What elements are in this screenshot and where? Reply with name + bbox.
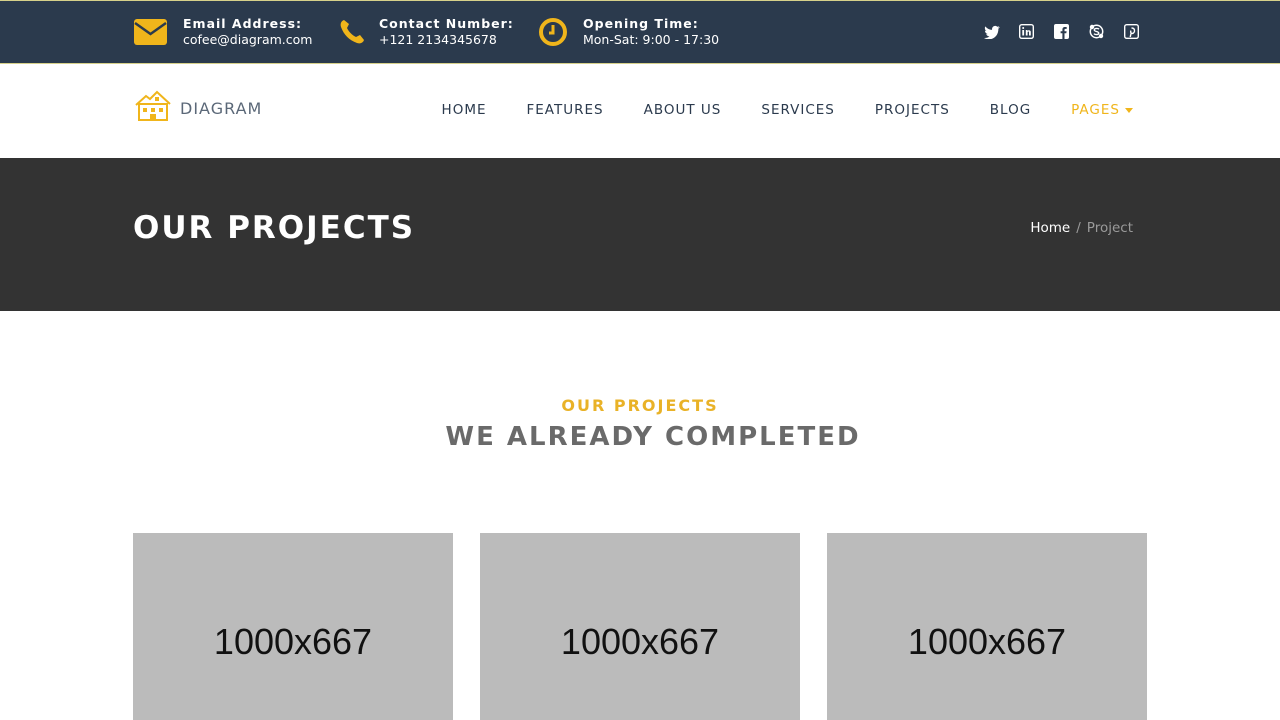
phone-value[interactable]: +121 2134345678 [379,32,514,48]
social-links [983,23,1140,40]
page-header: OUR PROJECTS Home / Project [0,158,1280,311]
nav-item-about-us[interactable]: ABOUT US [644,102,722,118]
project-card[interactable]: 1000x667 [480,533,800,720]
phone-label: Contact Number: [379,16,514,31]
clock-icon [536,15,570,49]
breadcrumb-separator: / [1076,220,1081,236]
nav-menu: HOME FEATURES ABOUT US SERVICES PROJECTS… [402,102,1133,118]
hours-value: Mon-Sat: 9:00 - 17:30 [583,32,720,47]
email-info: Email Address: cofee@diagram.com [133,1,312,63]
nav-item-blog[interactable]: BLOG [990,102,1031,118]
phone-icon [335,15,369,49]
house-logo-icon [134,90,172,126]
facebook-icon[interactable] [1053,23,1070,40]
nav-item-pages-label: PAGES [1071,102,1120,118]
project-grid: 1000x667 1000x667 1000x667 [133,533,1147,720]
envelope-icon [133,15,167,49]
skype-icon[interactable] [1088,23,1105,40]
project-card[interactable]: 1000x667 [133,533,453,720]
phone-info: Contact Number: +121 2134345678 [335,1,514,63]
nav-item-services[interactable]: SERVICES [761,102,834,118]
hours-label: Opening Time: [583,16,699,31]
email-label: Email Address: [183,16,303,31]
project-image-placeholder: 1000x667 [213,621,373,662]
hours-info: Opening Time: Mon-Sat: 9:00 - 17:30 [536,1,719,63]
breadcrumb-current: Project [1086,220,1133,236]
caret-down-icon [1125,107,1133,113]
pinterest-icon[interactable] [1123,23,1140,40]
top-info-bar: Email Address: cofee@diagram.com Contact… [0,0,1280,64]
main-navbar: DIAGRAM HOME FEATURES ABOUT US SERVICES … [0,64,1280,158]
section-title: WE ALREADY COMPLETED [445,422,861,452]
nav-item-features[interactable]: FEATURES [527,102,604,118]
page-title: OUR PROJECTS [133,210,416,246]
email-value[interactable]: cofee@diagram.com [183,32,312,48]
breadcrumb: Home / Project [1030,220,1133,236]
section-subtitle: OUR PROJECTS [561,396,719,415]
project-image-placeholder: 1000x667 [907,621,1067,662]
project-card[interactable]: 1000x667 [827,533,1147,720]
brand-name: DIAGRAM [180,98,263,118]
nav-item-projects[interactable]: PROJECTS [875,102,950,118]
project-image-placeholder: 1000x667 [560,621,720,662]
breadcrumb-home[interactable]: Home [1030,220,1070,236]
twitter-icon[interactable] [983,23,1000,40]
nav-item-pages[interactable]: PAGES [1071,102,1133,118]
nav-item-home[interactable]: HOME [442,102,487,118]
site-logo[interactable]: DIAGRAM [134,90,262,126]
linkedin-icon[interactable] [1018,23,1035,40]
